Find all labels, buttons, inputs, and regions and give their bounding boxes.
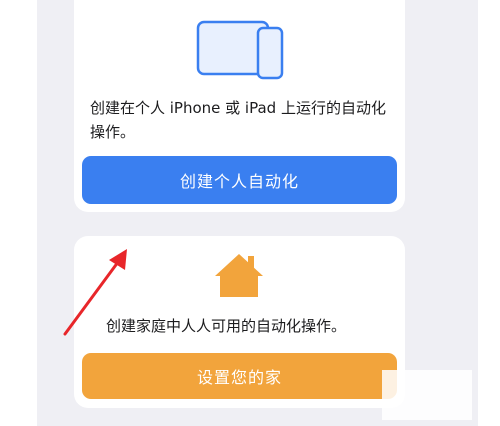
- red-arrow-icon: [63, 249, 127, 336]
- watermark-overlay: [382, 370, 472, 420]
- house-icon: [215, 254, 263, 297]
- create-personal-automation-button[interactable]: 创建个人自动化: [82, 156, 397, 204]
- iphone-ipad-icon: [196, 20, 284, 80]
- personal-automation-description: 创建在个人 iPhone 或 iPad 上运行的自动化操作。: [90, 99, 386, 141]
- set-up-home-button[interactable]: 设置您的家: [82, 353, 397, 399]
- home-automation-description: 创建家庭中人人可用的自动化操作。: [106, 317, 347, 335]
